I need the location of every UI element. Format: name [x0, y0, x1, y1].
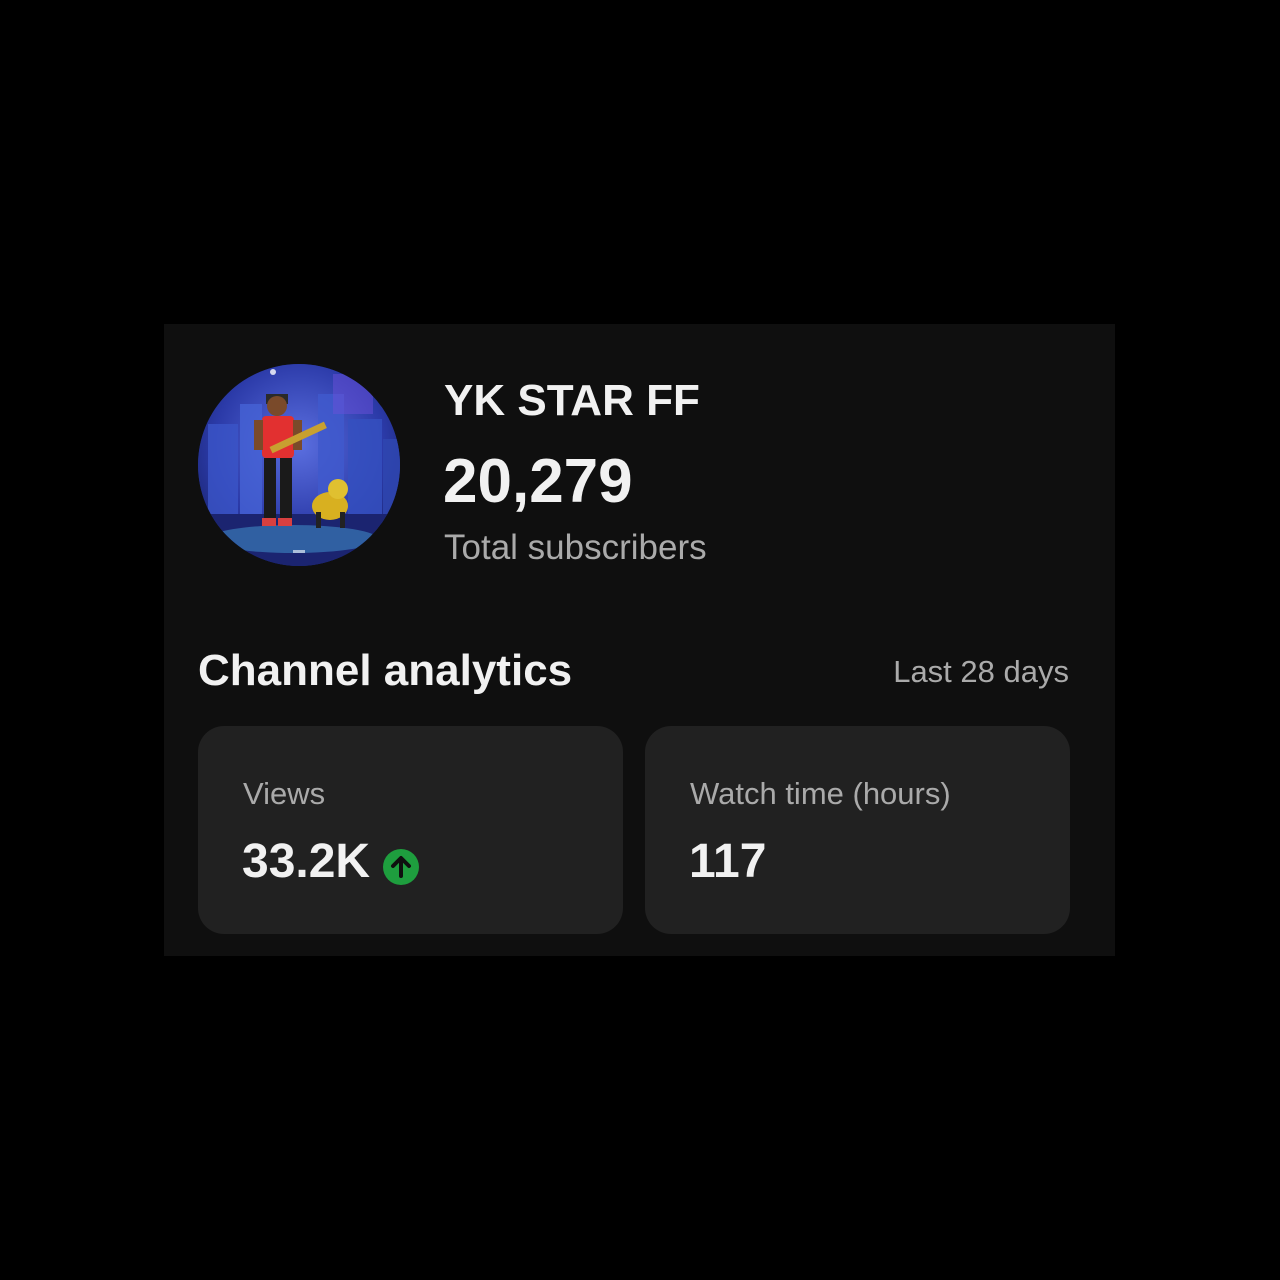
watch-time-label: Watch time (hours)	[690, 776, 951, 811]
views-value: 33.2K	[242, 835, 371, 888]
subscriber-label: Total subscribers	[444, 528, 707, 567]
views-value-row: 33.2K	[242, 834, 420, 889]
watch-time-metric-card[interactable]: Watch time (hours) 117	[645, 726, 1070, 934]
watch-time-value: 117	[689, 835, 767, 888]
trend-up-icon	[382, 843, 420, 885]
channel-summary-card: YK STAR FF 20,279 Total subscribers Chan…	[164, 324, 1115, 956]
channel-avatar[interactable]	[198, 364, 400, 566]
channel-name: YK STAR FF	[444, 376, 700, 425]
analytics-period: Last 28 days	[893, 654, 1069, 689]
analytics-title: Channel analytics	[198, 646, 573, 695]
views-metric-card[interactable]: Views 33.2K	[198, 726, 623, 934]
views-label: Views	[243, 776, 326, 811]
watch-time-value-row: 117	[689, 834, 766, 889]
subscriber-count: 20,279	[443, 447, 633, 516]
avatar-image	[198, 364, 400, 566]
